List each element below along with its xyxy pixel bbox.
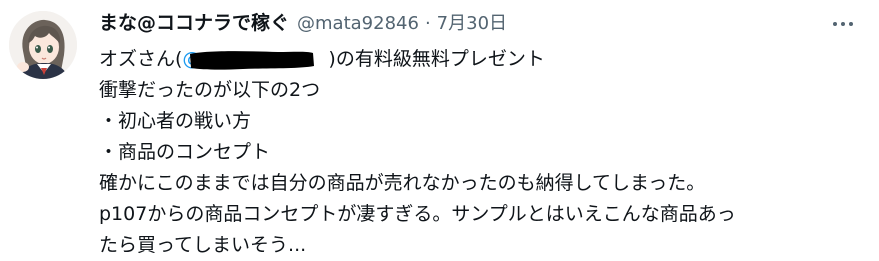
tweet-date[interactable]: 7月30日 — [437, 9, 507, 35]
tweet-line-1-suffix: )の有料級無料プレゼント — [328, 48, 545, 70]
tweet-line-3: ・初心者の戦い方 — [99, 110, 252, 132]
tweet-line-6: p107からの商品コンセプトが凄すぎる。サンプルとはいえこんな商品あっ — [99, 203, 736, 225]
tweet-line-7: たら買ってしまいそう... — [99, 234, 307, 256]
separator-dot: · — [424, 13, 431, 34]
tweet-line-1-prefix: オズさん( — [99, 48, 183, 70]
more-dot — [833, 22, 837, 26]
avatar-illustration — [9, 11, 77, 79]
tweet-line-2: 衝撃だったのが以下の2つ — [99, 79, 321, 101]
tweet-text: オズさん(@)の有料級無料プレゼント 衝撃だったのが以下の2つ ・初心者の戦い方… — [99, 44, 879, 261]
redaction-mark — [190, 51, 315, 70]
tweet-line-4: ・商品のコンセプト — [99, 141, 271, 163]
tweet-content: まな@ココナラで稼ぐ @mata92846 · 7月30日 オズさん(@)の有料… — [99, 8, 879, 261]
mention-link[interactable]: @ — [182, 44, 328, 75]
user-handle[interactable]: @mata92846 — [297, 13, 419, 34]
tweet-header: まな@ココナラで稼ぐ @mata92846 · 7月30日 — [99, 8, 879, 40]
display-name[interactable]: まな@ココナラで稼ぐ — [99, 8, 289, 35]
tweet-card[interactable]: まな@ココナラで稼ぐ @mata92846 · 7月30日 オズさん(@)の有料… — [0, 0, 879, 261]
more-dot — [841, 22, 845, 26]
tweet-line-1: オズさん(@)の有料級無料プレゼント — [99, 44, 879, 75]
more-dot — [849, 22, 853, 26]
more-horizontal-icon[interactable] — [831, 12, 855, 36]
avatar[interactable] — [9, 11, 77, 79]
tweet-line-5: 確かにこのままでは自分の商品が売れなかったのも納得してしまった。 — [99, 172, 706, 194]
